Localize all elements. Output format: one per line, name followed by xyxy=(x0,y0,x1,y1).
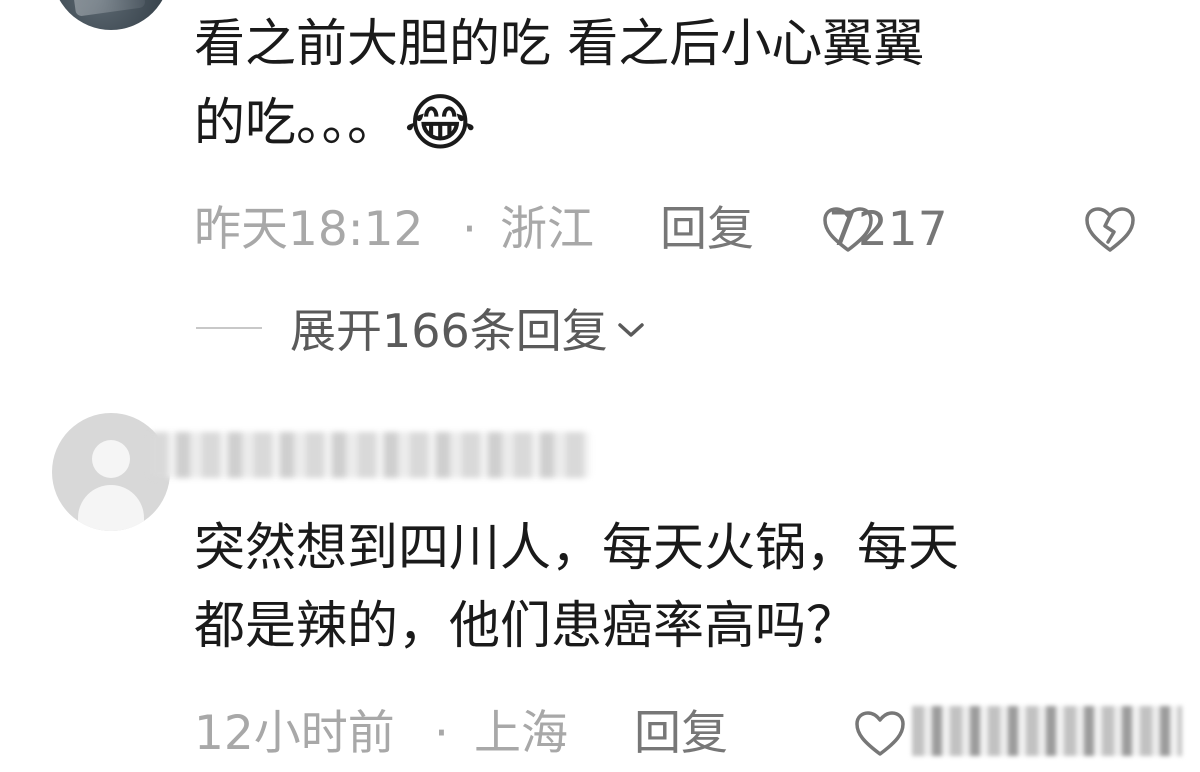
like-button[interactable] xyxy=(854,704,906,764)
laughing-emoji-icon: 😂 xyxy=(404,86,477,159)
expand-replies-label: 展开166条回复 xyxy=(290,304,608,358)
like-button[interactable]: 7217 xyxy=(822,200,948,260)
heart-icon xyxy=(855,711,905,756)
like-count-blurred xyxy=(912,706,1182,756)
comment-text: 看之前大胆的吃 看之后小心翼翼 的吃。。。😂 xyxy=(194,15,925,159)
chevron-down-icon xyxy=(618,323,644,337)
default-avatar-head xyxy=(92,440,130,478)
broken-heart-icon xyxy=(1085,207,1135,252)
comment-meta: 昨天18:12 · 浙江 回复 7217 xyxy=(194,200,1154,260)
comment-timestamp: 12小时前 xyxy=(194,706,395,761)
expand-divider xyxy=(196,327,262,329)
comment-location: 上海 xyxy=(474,706,568,761)
avatar-image-detail xyxy=(72,0,146,17)
comment-location: 浙江 xyxy=(500,202,594,257)
reply-button[interactable]: 回复 xyxy=(660,200,754,260)
meta-separator: · xyxy=(434,706,449,761)
reply-button[interactable]: 回复 xyxy=(634,704,728,764)
username-blurred[interactable] xyxy=(150,432,590,478)
like-count: 7217 xyxy=(828,202,948,257)
dislike-button[interactable] xyxy=(1084,206,1136,269)
expand-replies-button[interactable]: 展开166条回复 xyxy=(196,298,646,358)
commenter-avatar[interactable] xyxy=(52,0,170,30)
default-avatar-body xyxy=(78,485,144,531)
meta-separator: · xyxy=(462,202,477,257)
comment-text: 突然想到四川人，每天火锅，每天 都是辣的，他们患癌率高吗？ xyxy=(194,519,960,656)
comment-timestamp: 昨天18:12 xyxy=(194,202,424,257)
